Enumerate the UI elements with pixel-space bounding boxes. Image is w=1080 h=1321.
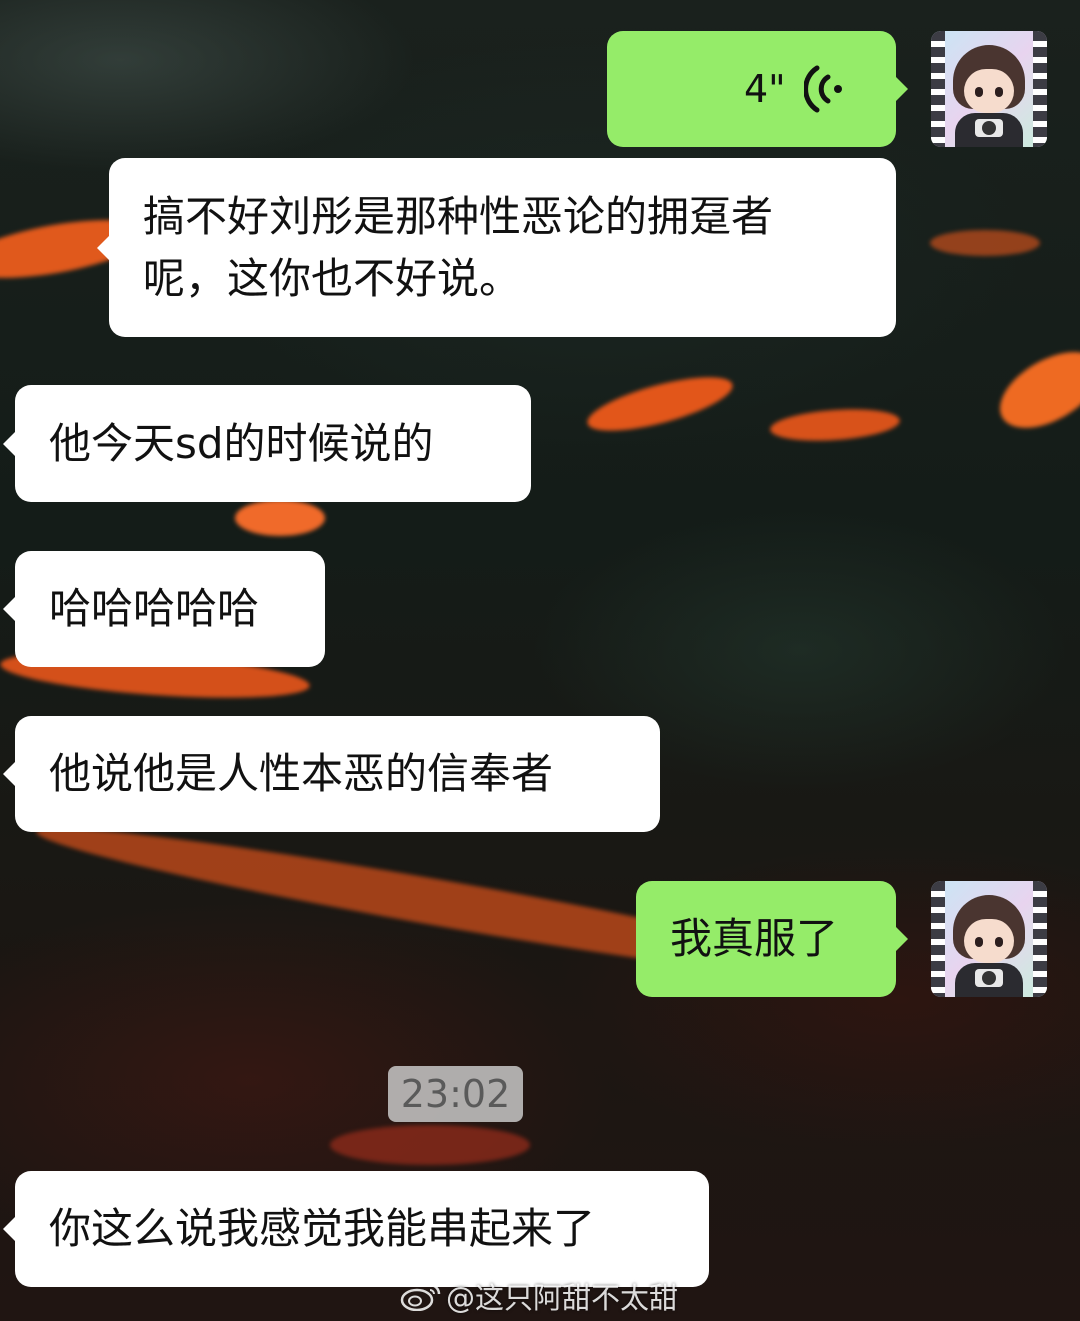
koi-fish (769, 405, 901, 445)
outgoing-message-bubble[interactable]: 我真服了 (636, 881, 908, 997)
incoming-message-bubble[interactable]: 他说他是人性本恶的信奉者 (3, 716, 660, 832)
koi-fish (330, 1125, 530, 1165)
incoming-message-bubble[interactable]: 他今天sd的时候说的 (3, 385, 531, 502)
koi-fish (987, 336, 1080, 444)
message-text: 他今天sd的时候说的 (49, 418, 434, 468)
bubble-tail (97, 235, 109, 260)
message-line: 呢，这你也不好说。 (143, 253, 522, 303)
message-text: 你这么说我感觉我能串起来了 (49, 1204, 596, 1253)
incoming-message-bubble[interactable]: 你这么说我感觉我能串起来了 (3, 1171, 709, 1287)
avatar[interactable] (931, 31, 1047, 147)
message-line: 搞不好刘彤是那种性恶论的拥趸者 (143, 191, 774, 241)
weibo-logo-icon (400, 1283, 441, 1311)
bubble-tail (3, 431, 15, 456)
avatar[interactable] (931, 881, 1047, 997)
voice-message-bubble[interactable]: 4" (607, 31, 908, 147)
message-text: 我真服了 (670, 914, 839, 963)
voice-duration: 4" (744, 67, 786, 111)
voice-wave-icon (804, 65, 842, 113)
watermark: @这只阿甜不太甜 (400, 1276, 678, 1316)
message-text: 哈哈哈哈哈 (49, 584, 260, 633)
bubble-tail (3, 597, 15, 621)
message-text: 他说他是人性本恶的信奉者 (49, 749, 554, 798)
koi-fish (582, 366, 738, 442)
chat-timestamp: 23:02 (388, 1066, 523, 1122)
watermark-text: @这只阿甜不太甜 (446, 1281, 679, 1315)
koi-fish (930, 230, 1040, 256)
bubble-tail (896, 927, 908, 951)
bubble-tail (3, 1217, 15, 1241)
koi-fish (235, 500, 325, 536)
incoming-message-bubble[interactable]: 哈哈哈哈哈 (3, 551, 325, 667)
bubble-tail (896, 77, 908, 101)
incoming-message-bubble[interactable]: 搞不好刘彤是那种性恶论的拥趸者 呢，这你也不好说。 (97, 158, 896, 337)
bubble-tail (3, 762, 15, 786)
